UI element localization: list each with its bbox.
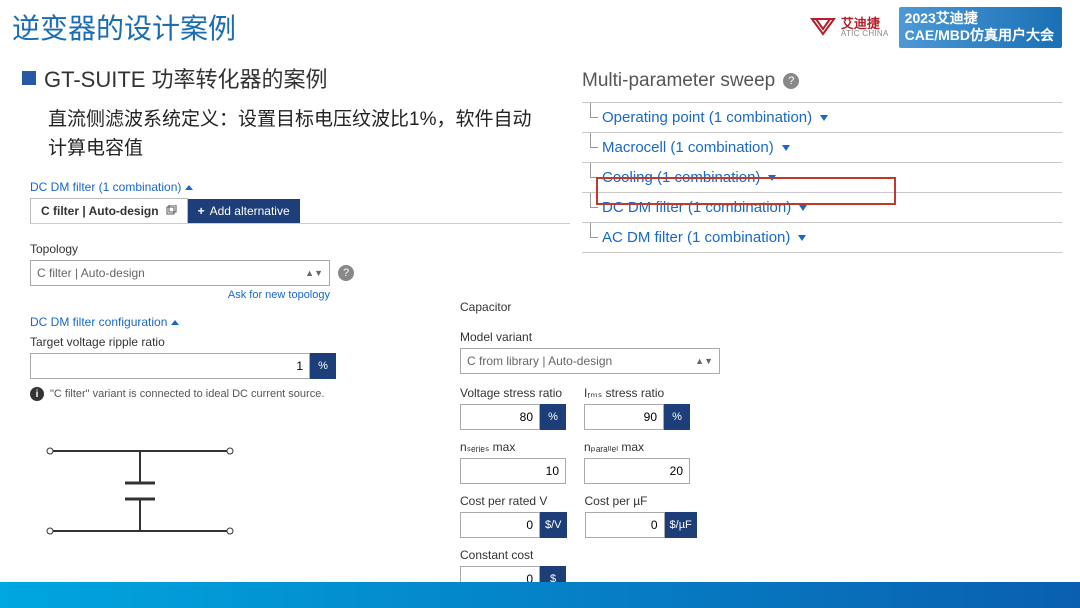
costv-unit: $/V: [540, 512, 567, 538]
header-right: 艾迪捷 ATIC CHINA 2023艾迪捷 CAE/MBD仿真用户大会: [809, 7, 1062, 48]
ask-topology-link[interactable]: Ask for new topology: [30, 289, 330, 301]
model-label: Model variant: [460, 330, 760, 344]
chevron-updown-icon: ▲▼: [695, 356, 713, 366]
capacitor-header: Capacitor: [460, 300, 760, 314]
conf-line1: 2023艾迪捷: [905, 10, 1054, 28]
info-icon: i: [30, 387, 44, 401]
sweep-panel: Multi-parameter sweep ? Operating point …: [582, 70, 1062, 253]
sweep-title: Multi-parameter sweep: [582, 70, 775, 92]
costuf-label: Cost per µF: [585, 494, 697, 508]
tab-c-filter[interactable]: C filter | Auto-design: [30, 198, 188, 223]
add-alternative-button[interactable]: + Add alternative: [188, 199, 300, 223]
npar-label: nₚₐᵣₐₗₗₑₗ max: [584, 440, 690, 454]
sweep-item-cooling[interactable]: Cooling (1 combination): [582, 162, 1062, 192]
nseries-label: nₛₑᵣᵢₑₛ max: [460, 440, 566, 454]
chevron-down-icon: [768, 175, 776, 181]
logo-cn: 艾迪捷: [841, 17, 889, 30]
istress-unit: %: [664, 404, 690, 430]
sweep-item-operating-point[interactable]: Operating point (1 combination): [582, 102, 1062, 132]
conf-line2: CAE/MBD仿真用户大会: [905, 27, 1054, 45]
ripple-input[interactable]: [30, 353, 310, 379]
page-title: 逆变器的设计案例: [12, 7, 236, 47]
sweep-item-ac-dm-filter[interactable]: AC DM filter (1 combination): [582, 222, 1062, 253]
chevron-updown-icon: ▲▼: [305, 268, 323, 278]
help-icon[interactable]: ?: [338, 265, 354, 281]
circuit-diagram: [30, 431, 250, 551]
sweep-title-row: Multi-parameter sweep ?: [582, 70, 1062, 92]
model-select[interactable]: C from library | Auto-design ▲▼: [460, 348, 720, 374]
chevron-up-icon: [185, 185, 193, 190]
istress-input[interactable]: [584, 404, 664, 430]
vstress-input[interactable]: [460, 404, 540, 430]
logo: 艾迪捷 ATIC CHINA: [809, 16, 889, 38]
help-icon[interactable]: ?: [783, 73, 799, 89]
conference-badge: 2023艾迪捷 CAE/MBD仿真用户大会: [899, 7, 1062, 48]
logo-en: ATIC CHINA: [841, 30, 889, 38]
copy-icon: [165, 205, 177, 217]
costuf-input[interactable]: [585, 512, 665, 538]
nseries-input[interactable]: [460, 458, 566, 484]
header: 逆变器的设计案例 艾迪捷 ATIC CHINA 2023艾迪捷 CAE/MBD仿…: [0, 0, 1080, 54]
sweep-item-dc-dm-filter[interactable]: DC DM filter (1 combination): [582, 192, 1062, 222]
npar-input[interactable]: [584, 458, 690, 484]
plus-icon: +: [198, 204, 205, 218]
tab-row: C filter | Auto-design + Add alternative: [30, 198, 570, 224]
square-bullet-icon: [22, 71, 36, 85]
chevron-up-icon: [171, 320, 179, 325]
costuf-unit: $/µF: [665, 512, 697, 538]
capacitor-section: Capacitor Model variant C from library |…: [460, 300, 760, 592]
footer-bar: [0, 582, 1080, 608]
subtitle: GT-SUITE 功率转化器的案例: [44, 62, 328, 94]
chevron-down-icon: [820, 115, 828, 121]
logo-icon: [809, 16, 837, 38]
costv-input[interactable]: [460, 512, 540, 538]
note-text: "C filter" variant is connected to ideal…: [50, 388, 324, 400]
form-panel: DC DM filter (1 combination) C filter | …: [30, 180, 570, 551]
costv-label: Cost per rated V: [460, 494, 567, 508]
vstress-unit: %: [540, 404, 566, 430]
ripple-unit: %: [310, 353, 336, 379]
topology-select[interactable]: C filter | Auto-design ▲▼: [30, 260, 330, 286]
breadcrumb[interactable]: DC DM filter (1 combination): [30, 180, 570, 194]
vstress-label: Voltage stress ratio: [460, 386, 566, 400]
description: 直流侧滤波系统定义：设置目标电压纹波比1%，软件自动计算电容值: [48, 106, 548, 163]
chevron-down-icon: [798, 235, 806, 241]
chevron-down-icon: [799, 205, 807, 211]
sweep-item-macrocell[interactable]: Macrocell (1 combination): [582, 132, 1062, 162]
topology-label: Topology: [30, 242, 570, 256]
chevron-down-icon: [782, 145, 790, 151]
constcost-label: Constant cost: [460, 548, 760, 562]
istress-label: Iᵣₘₛ stress ratio: [584, 386, 690, 400]
